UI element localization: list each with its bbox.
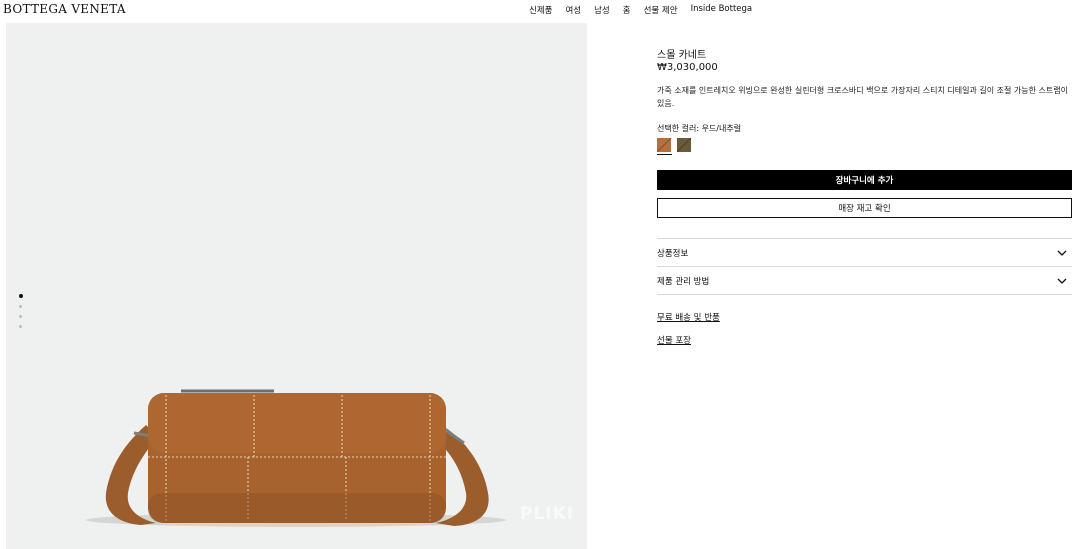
accordion-label: 상품정보 [657, 248, 689, 259]
site-header: BOTTEGA VENETA 신제품 여성 남성 홈 선물 제안 Inside … [0, 0, 1080, 22]
product-description: 가죽 소재를 인트레치오 위빙으로 완성한 실린더형 크로스바디 백으로 가장자… [657, 86, 1068, 108]
accordion-label: 제품 관리 방법 [657, 276, 710, 287]
accordion-product-info[interactable]: 상품정보 [657, 239, 1072, 266]
nav-item-women[interactable]: 여성 [565, 4, 581, 16]
product-image [86, 389, 506, 527]
selected-color-label: 선택한 컬러: 우드/내추럴 [657, 124, 742, 133]
nav-item-new[interactable]: 신제품 [529, 4, 552, 16]
chevron-down-icon [1057, 278, 1067, 284]
nav-item-men[interactable]: 남성 [594, 4, 610, 16]
product-price: ₩3,030,000 [657, 62, 718, 73]
product-title: 스몰 카네트 [657, 50, 707, 61]
brand-logo[interactable]: BOTTEGA VENETA [3, 2, 126, 16]
nav-item-gifts[interactable]: 선물 제안 [644, 4, 678, 16]
product-gallery[interactable]: PLIKI [6, 23, 587, 549]
color-swatch-dark[interactable] [677, 138, 691, 152]
chevron-down-icon [1057, 250, 1067, 256]
main-nav: 신제품 여성 남성 홈 선물 제안 Inside Bottega [529, 4, 752, 16]
watermark-text: PLIKI [520, 504, 575, 524]
selected-swatch-underline [657, 154, 672, 155]
divider [657, 294, 1072, 295]
check-store-stock-button[interactable]: 매장 재고 확인 [657, 198, 1072, 218]
free-shipping-returns-link[interactable]: 무료 배송 및 반품 [657, 311, 720, 323]
nav-item-inside-bottega[interactable]: Inside Bottega [691, 4, 753, 16]
gift-wrapping-link[interactable]: 선물 포장 [657, 334, 691, 346]
add-to-cart-button[interactable]: 장바구니에 추가 [657, 170, 1072, 190]
accordion-care-instructions[interactable]: 제품 관리 방법 [657, 267, 1072, 294]
nav-item-home[interactable]: 홈 [623, 4, 631, 16]
color-swatch-wood[interactable] [657, 138, 671, 152]
